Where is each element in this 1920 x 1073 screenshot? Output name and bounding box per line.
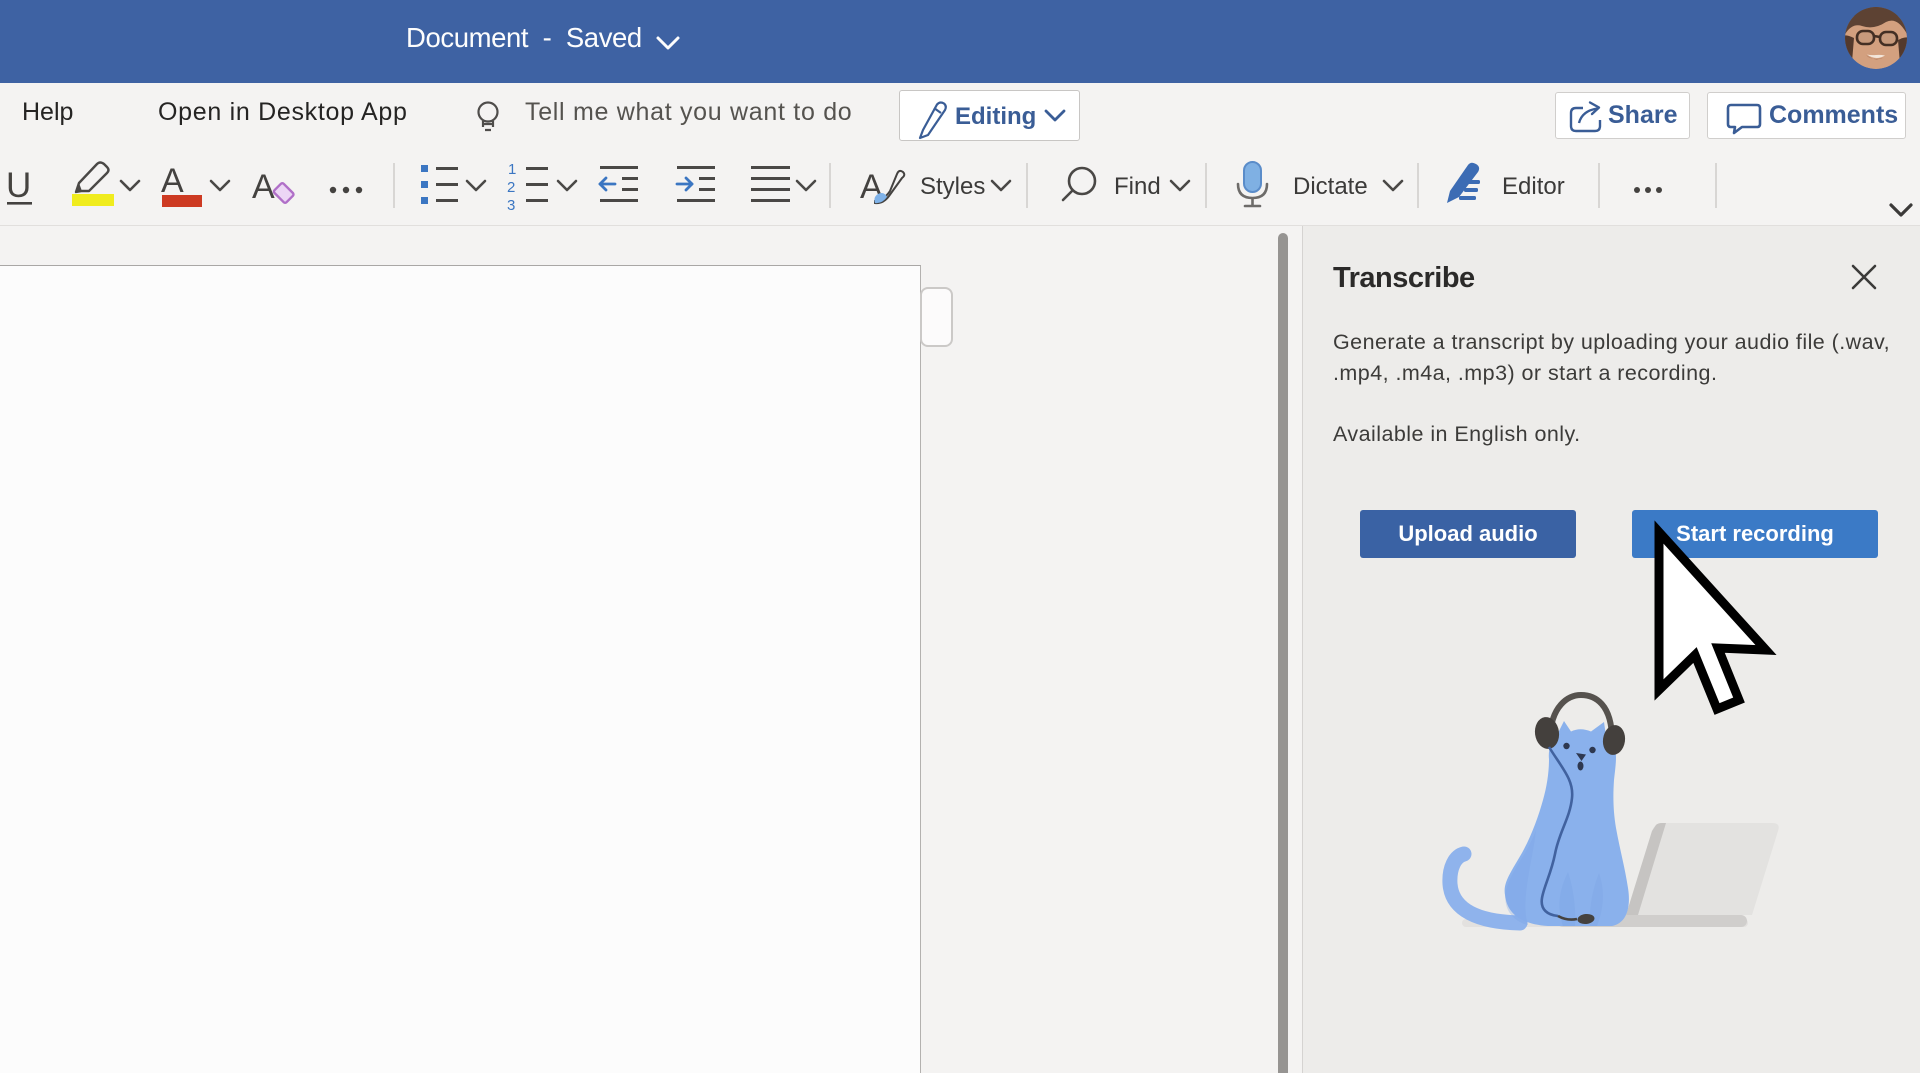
svg-text:3: 3 <box>507 197 515 214</box>
svg-text:A: A <box>161 162 184 200</box>
svg-text:2: 2 <box>507 179 515 196</box>
svg-text:U: U <box>6 166 31 205</box>
svg-text:A: A <box>252 168 275 206</box>
svg-text:1: 1 <box>508 161 516 178</box>
